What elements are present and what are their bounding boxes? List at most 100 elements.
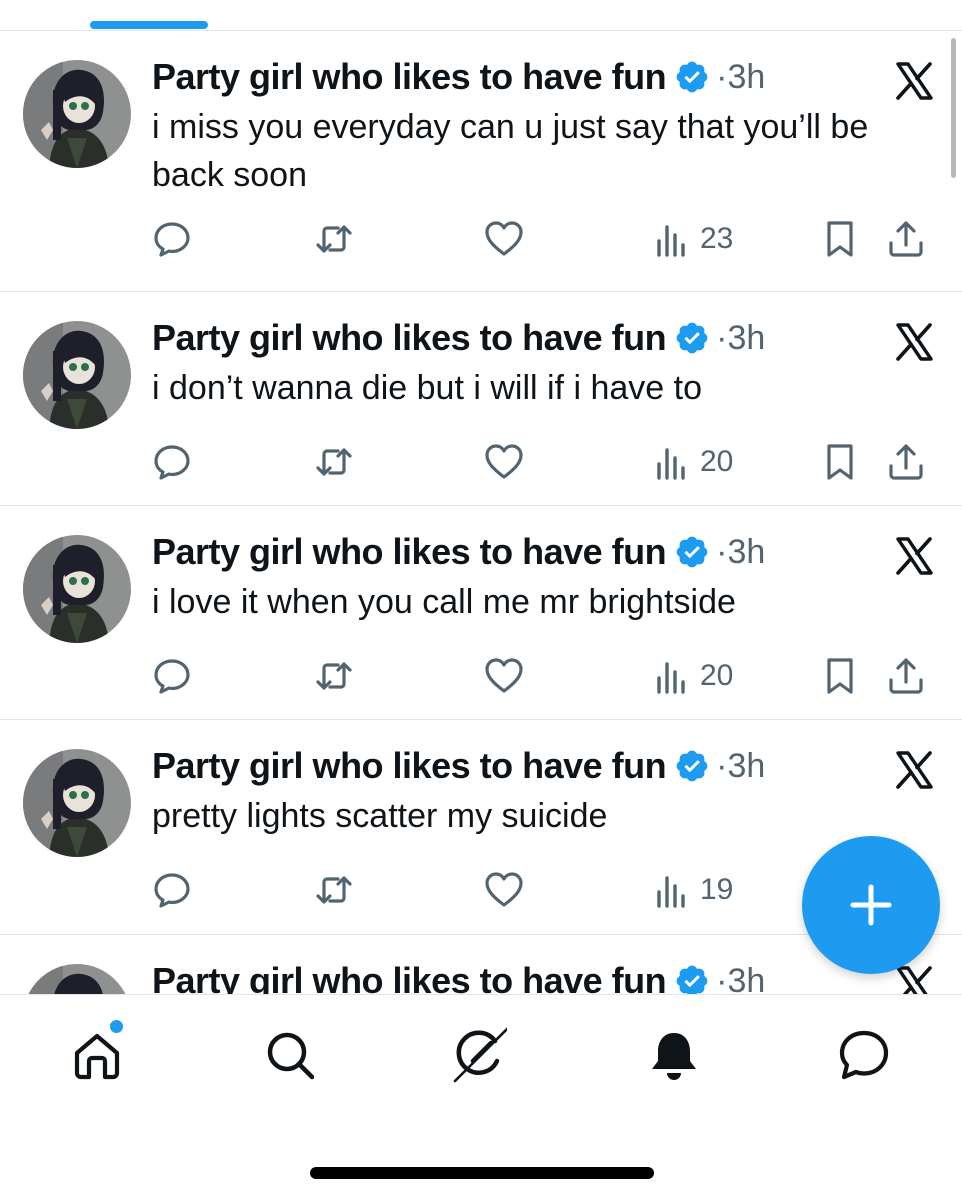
retweet-button[interactable]: [314, 870, 354, 910]
reply-button[interactable]: [152, 219, 192, 259]
reply-icon: [152, 219, 192, 259]
x-logo-icon[interactable]: [894, 61, 934, 101]
view-count: 20: [700, 659, 734, 692]
x-logo-icon[interactable]: [894, 750, 934, 790]
avatar[interactable]: [23, 535, 131, 643]
share-button[interactable]: [886, 219, 926, 259]
like-icon: [484, 442, 524, 482]
tweet[interactable]: Party girl who likes to have fun ·3h i mis…: [0, 31, 962, 292]
tweet-header: Party girl who likes to have fun ·3h: [152, 957, 934, 994]
nav-home[interactable]: [69, 1027, 125, 1083]
share-icon: [886, 442, 926, 482]
x-logo-icon[interactable]: [894, 965, 934, 994]
views-icon: [652, 219, 692, 259]
view-count: 20: [700, 445, 734, 478]
reply-button[interactable]: [152, 870, 192, 910]
verified-badge-icon[interactable]: [674, 320, 710, 356]
reply-icon: [152, 870, 192, 910]
author-name[interactable]: Party girl who likes to have fun: [152, 317, 667, 359]
tweet-text: pretty lights scatter my suicide: [152, 797, 608, 835]
tweet-text: i don’t wanna die but i will if i have t…: [152, 369, 702, 407]
retweet-button[interactable]: [314, 656, 354, 696]
dot-separator: ·: [716, 318, 728, 357]
x-logo-icon[interactable]: [894, 322, 934, 362]
views-button[interactable]: 23: [652, 219, 733, 259]
views-button[interactable]: 20: [652, 442, 733, 482]
home-notification-dot: [110, 1020, 123, 1033]
share-button[interactable]: [886, 442, 926, 482]
timestamp: 3h: [727, 532, 766, 571]
dot-separator: ·: [716, 57, 728, 96]
tweet-actions: 20: [152, 656, 934, 696]
author-name[interactable]: Party girl who likes to have fun: [152, 745, 667, 787]
bookmark-button[interactable]: [820, 442, 860, 482]
bookmark-button[interactable]: [820, 219, 860, 259]
reply-button[interactable]: [152, 656, 192, 696]
nav-search[interactable]: [262, 1027, 318, 1083]
like-button[interactable]: [484, 442, 524, 482]
views-icon: [652, 442, 692, 482]
author-name[interactable]: Party girl who likes to have fun: [152, 960, 667, 994]
timeline-feed[interactable]: Party girl who likes to have fun ·3h i mis…: [0, 31, 962, 994]
like-icon: [484, 219, 524, 259]
tweet[interactable]: Party girl who likes to have fun ·3h i lov…: [0, 506, 962, 720]
retweet-button[interactable]: [314, 442, 354, 482]
author-name[interactable]: Party girl who likes to have fun: [152, 56, 667, 98]
tweet-content: Party girl who likes to have fun ·3h i mis…: [152, 53, 934, 257]
tweet-header: Party girl who likes to have fun ·3h: [152, 53, 934, 101]
like-icon: [484, 656, 524, 696]
compose-button[interactable]: [802, 836, 940, 974]
tweet-content: Party girl who likes to have fun ·3h: [152, 957, 934, 994]
timestamp: 3h: [727, 746, 766, 785]
tweet-text: i miss you everyday can u just say that …: [152, 108, 869, 194]
retweet-icon: [314, 442, 354, 482]
verified-badge-icon[interactable]: [674, 59, 710, 95]
tweet-time[interactable]: ·3h: [716, 533, 765, 572]
retweet-icon: [314, 656, 354, 696]
reply-button[interactable]: [152, 442, 192, 482]
plus-icon: [850, 884, 892, 926]
timestamp: 3h: [727, 57, 766, 96]
tweet-actions: 20: [152, 442, 934, 482]
notifications-icon: [652, 1033, 696, 1080]
retweet-icon: [314, 219, 354, 259]
tweet-time[interactable]: ·3h: [716, 747, 765, 786]
avatar[interactable]: [23, 60, 131, 168]
like-icon: [484, 870, 524, 910]
tweet-text: i love it when you call me mr brightside: [152, 583, 736, 621]
scrollbar[interactable]: [951, 38, 956, 178]
verified-badge-icon[interactable]: [674, 534, 710, 570]
retweet-button[interactable]: [314, 219, 354, 259]
grok-icon: [453, 1027, 507, 1083]
nav-notifications[interactable]: [646, 1027, 702, 1083]
share-icon: [886, 656, 926, 696]
dot-separator: ·: [716, 532, 728, 571]
tweet-time[interactable]: ·3h: [716, 962, 765, 995]
nav-messages[interactable]: [836, 1027, 892, 1083]
verified-badge-icon[interactable]: [674, 963, 710, 994]
nav-grok[interactable]: [451, 1027, 507, 1083]
bookmark-icon: [820, 656, 860, 696]
like-button[interactable]: [484, 219, 524, 259]
active-tab-indicator: [90, 21, 208, 29]
dot-separator: ·: [716, 746, 728, 785]
share-icon: [886, 219, 926, 259]
avatar[interactable]: [23, 749, 131, 857]
avatar[interactable]: [23, 964, 131, 994]
tweet-content: Party girl who likes to have fun ·3h i lov…: [152, 528, 934, 694]
tweet[interactable]: Party girl who likes to have fun ·3h i don…: [0, 292, 962, 506]
views-button[interactable]: 19: [652, 870, 733, 910]
avatar[interactable]: [23, 321, 131, 429]
x-logo-icon[interactable]: [894, 536, 934, 576]
bookmark-button[interactable]: [820, 656, 860, 696]
tweet-time[interactable]: ·3h: [716, 58, 765, 97]
tweet-header: Party girl who likes to have fun ·3h: [152, 314, 934, 362]
author-name[interactable]: Party girl who likes to have fun: [152, 531, 667, 573]
timestamp: 3h: [727, 318, 766, 357]
like-button[interactable]: [484, 870, 524, 910]
share-button[interactable]: [886, 656, 926, 696]
views-button[interactable]: 20: [652, 656, 733, 696]
verified-badge-icon[interactable]: [674, 748, 710, 784]
tweet-time[interactable]: ·3h: [716, 319, 765, 358]
like-button[interactable]: [484, 656, 524, 696]
